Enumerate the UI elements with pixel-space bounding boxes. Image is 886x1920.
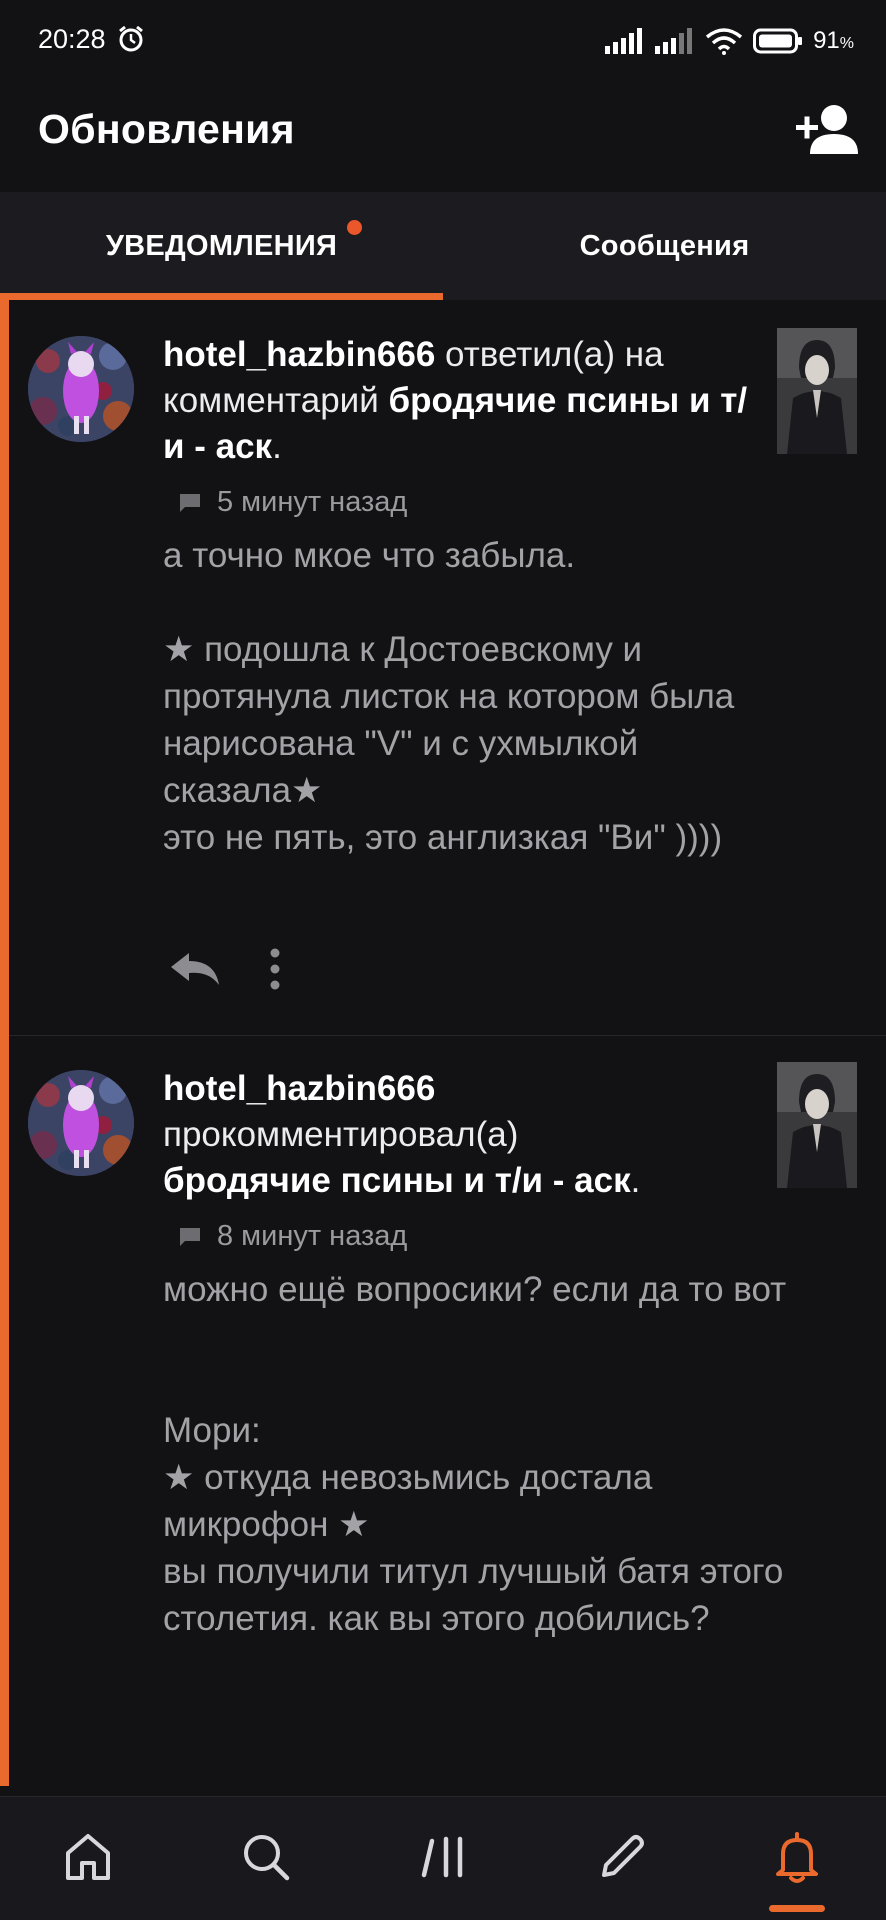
battery-icon [753, 28, 803, 54]
nav-home[interactable] [58, 1827, 118, 1887]
story-cover-thumbnail[interactable] [777, 328, 857, 454]
notifications-bell-icon [776, 1832, 818, 1883]
nav-library[interactable] [414, 1827, 474, 1887]
story-link[interactable]: бродячие псины и т/и - аск [163, 1161, 631, 1200]
tab-notifications-label: УВЕДОМЛЕНИЯ [105, 229, 338, 262]
status-bar: 20:28 91% [0, 0, 886, 84]
active-tab-indicator [0, 293, 443, 300]
write-icon [602, 1835, 644, 1877]
more-options-icon[interactable] [269, 948, 281, 990]
comment-actions [169, 948, 281, 990]
status-time: 20:28 [38, 24, 106, 54]
comment-icon [180, 1227, 200, 1246]
avatar[interactable] [28, 336, 134, 442]
bottom-navigation [0, 1796, 886, 1920]
app-header: Обновления [0, 84, 886, 192]
notification-item[interactable]: hotel_hazbin666 ответил(а) на комментари… [9, 300, 886, 1036]
notification-title: hotel_hazbin666 прокомментировал(а) брод… [163, 1069, 641, 1200]
username-link[interactable]: hotel_hazbin666 [163, 1069, 435, 1108]
tab-notifications[interactable]: УВЕДОМЛЕНИЯ [0, 192, 443, 300]
home-icon [66, 1834, 110, 1880]
comment-text: можно ещё вопросики? если да то вот Мори… [163, 1270, 787, 1638]
reply-icon[interactable] [169, 951, 221, 987]
story-cover-thumbnail[interactable] [777, 1062, 857, 1188]
notification-item[interactable]: hotel_hazbin666 прокомментировал(а) брод… [9, 1036, 886, 1796]
notification-action: прокомментировал(а) [163, 1115, 519, 1154]
unread-dot [347, 220, 362, 235]
tab-bar: УВЕДОМЛЕНИЯ Сообщения [0, 192, 886, 300]
cellular-signal-2-icon [655, 28, 693, 54]
active-nav-indicator [769, 1905, 825, 1912]
person-add-icon[interactable] [796, 102, 858, 158]
comment-icon [180, 493, 200, 512]
cellular-signal-icon [605, 28, 643, 54]
wifi-icon [705, 28, 743, 55]
comment-text: а точно мкое что забыла. ★ подошла к Дос… [163, 536, 735, 857]
timestamp: 8 минут назад [217, 1220, 408, 1252]
notification-meta: 8 минут назад [179, 1220, 407, 1253]
library-icon [421, 1836, 463, 1878]
nav-write[interactable] [592, 1827, 652, 1887]
notification-meta: 5 минут назад [179, 486, 407, 519]
unread-accent-bar [0, 300, 9, 1786]
notifications-feed[interactable]: hotel_hazbin666 ответил(а) на комментари… [0, 300, 886, 1796]
nav-search[interactable] [236, 1827, 296, 1887]
battery-percent: 91% [813, 27, 854, 54]
page-title: Обновления [38, 106, 295, 152]
notification-title: hotel_hazbin666 ответил(а) на комментари… [163, 335, 748, 466]
nav-notifications[interactable] [767, 1827, 827, 1887]
tab-messages-label: Сообщения [579, 229, 750, 262]
username-link[interactable]: hotel_hazbin666 [163, 335, 435, 374]
timestamp: 5 минут назад [217, 486, 408, 518]
alarm-clock-icon [119, 25, 143, 52]
tab-messages[interactable]: Сообщения [443, 192, 886, 300]
avatar[interactable] [28, 1070, 134, 1176]
search-icon [244, 1835, 290, 1881]
